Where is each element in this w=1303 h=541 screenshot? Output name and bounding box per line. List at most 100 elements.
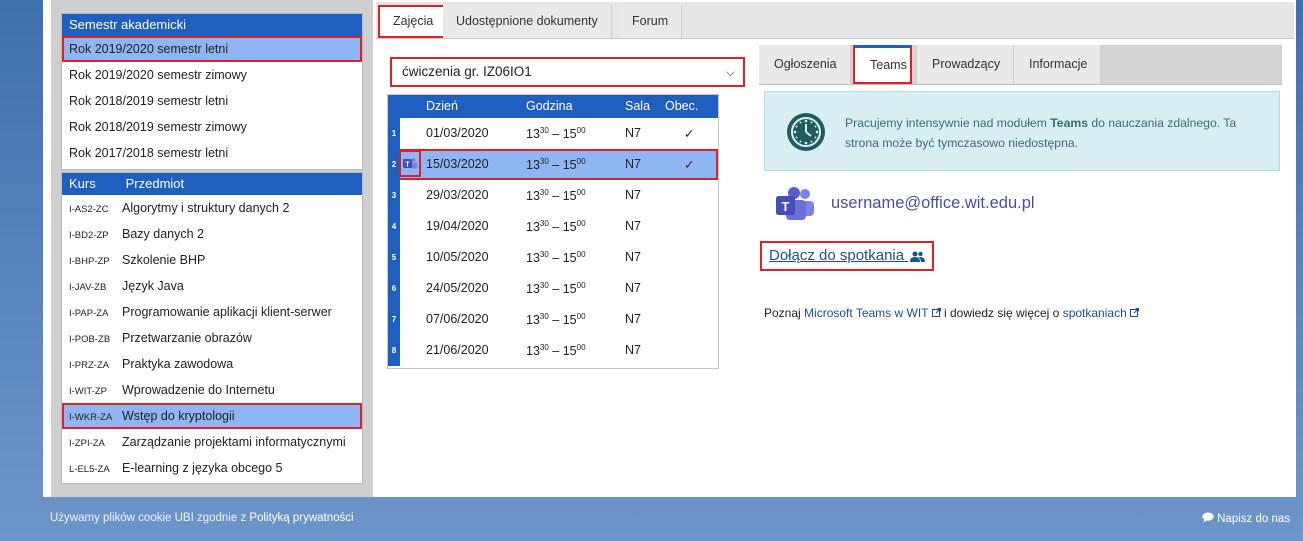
session-room: N7 (625, 157, 641, 171)
time-end-hour: 15 (562, 344, 577, 359)
session-time: 1330 – 1500 (526, 312, 586, 327)
tab-zajecia[interactable]: Zajęcia (378, 5, 449, 38)
semester-item[interactable]: Rok 2019/2020 semestr letni (62, 36, 362, 62)
course-row[interactable]: I-AS2-ZC Algorytmy i struktury danych 2 (62, 195, 362, 221)
external-link-icon (931, 308, 941, 317)
session-room: N7 (625, 312, 641, 326)
notice-text: Pracujemy intensywnie nad modułem Teams … (845, 113, 1255, 153)
schedule-row[interactable]: 4 19/04/2020 1330 – 1500 N7 (388, 211, 718, 242)
schedule-row[interactable]: 5 10/05/2020 1330 – 1500 N7 (388, 242, 718, 273)
semester-item[interactable]: Rok 2017/2018 semestr letni (62, 140, 362, 166)
row-number: 8 (388, 335, 400, 366)
external-link-icon (1130, 308, 1140, 317)
privacy-policy-link[interactable]: Polityką prywatności (249, 512, 353, 524)
row-number: 4 (388, 211, 400, 242)
course-name: E-learning z języka obcego 5 (122, 461, 283, 475)
chevron-down-icon: ⌵ (725, 65, 735, 79)
teams-meeting-icon[interactable]: T (399, 150, 421, 177)
session-time: 1330 – 1500 (526, 126, 586, 141)
course-row[interactable]: I-PAP-ZA Programowanie aplikacji klient-s… (62, 299, 362, 325)
time-separator: – (548, 251, 563, 266)
time-end-hour: 15 (562, 282, 577, 297)
tab-teams[interactable]: Teams (853, 45, 912, 84)
info-text-1: Poznaj (764, 306, 805, 320)
time-start-min: 30 (539, 219, 549, 228)
course-row[interactable]: I-POB-ZB Przetwarzanie obrazów (62, 325, 362, 351)
schedule-table: Dzień Godzina Sala Obec. 1 01/03/2020 1330… (387, 94, 719, 369)
time-start-min: 30 (539, 312, 549, 321)
spotkania-link[interactable]: spotkaniach (1063, 306, 1127, 320)
tab-forum[interactable]: Forum (619, 5, 683, 38)
course-code: I-WIT-ZP (69, 386, 107, 397)
schedule-row[interactable]: 3 29/03/2020 1330 – 1500 N7 (388, 180, 718, 211)
course-code: I-JAV-ZB (69, 282, 107, 293)
cookie-text: Używamy plików cookie UBI zgodnie z (50, 512, 250, 524)
session-time: 1330 – 1500 (526, 157, 586, 172)
schedule-row[interactable]: 2 T 15/03/2020 1330 – 1500 N7 ✓ (388, 149, 718, 180)
chat-bubble-icon (1202, 512, 1214, 523)
semester-list: Semestr akademicki Rok 2019/2020 semestr… (61, 13, 363, 170)
session-room: N7 (625, 188, 641, 202)
schedule-row[interactable]: 1 01/03/2020 1330 – 1500 N7 ✓ (388, 118, 718, 149)
join-meeting-link[interactable]: Dołącz do spotkania (760, 241, 935, 271)
tab-udostepnione-dokumenty[interactable]: Udostępnione dokumenty (443, 5, 612, 38)
time-start-hour: 13 (526, 282, 540, 297)
session-time: 1330 – 1500 (526, 343, 586, 358)
main-tabbar: Zajęcia Udostępnione dokumenty Forum (376, 2, 1294, 39)
course-row[interactable]: I-BD2-ZP Bazy danych 2 (62, 221, 362, 247)
course-row[interactable]: I-BHP-ZP Szkolenie BHP (62, 247, 362, 273)
group-select-value: ćwiczenia gr. IZ06IO1 (402, 64, 532, 79)
semester-item[interactable]: Rok 2018/2019 semestr letni (62, 88, 362, 114)
course-name: Przetwarzanie obrazów (122, 331, 252, 345)
people-icon (910, 251, 926, 262)
session-room: N7 (625, 281, 641, 295)
course-list: Kurs Przedmiot I-AS2-ZC Algorytmy i struk… (61, 172, 363, 484)
chat-button[interactable]: Napisz do nas (1202, 512, 1290, 525)
notice-text-bold: Teams (1050, 116, 1088, 130)
course-row[interactable]: I-JAV-ZB Język Java (62, 273, 362, 299)
schedule-row[interactable]: 8 21/06/2020 1330 – 1500 N7 (388, 335, 718, 366)
tab-informacje[interactable]: Informacje (1014, 45, 1101, 84)
time-end-min: 00 (576, 250, 586, 259)
tab-prowadzacy[interactable]: Prowadzący (917, 45, 1014, 84)
time-separator: – (548, 282, 563, 297)
time-end-min: 00 (576, 343, 586, 352)
time-start-hour: 13 (526, 313, 540, 328)
info-text-2: i dowiedz się więcej o (943, 306, 1063, 320)
course-list-header: Kurs Przedmiot (62, 173, 362, 195)
course-name: Język Java (122, 279, 184, 293)
time-start-min: 30 (539, 126, 549, 135)
tab-ogloszenia[interactable]: Ogłoszenia (759, 45, 851, 84)
course-code: I-ZPI-ZA (69, 438, 105, 449)
time-end-min: 00 (576, 281, 586, 290)
schedule-row[interactable]: 7 07/06/2020 1330 – 1500 N7 (388, 304, 718, 335)
time-separator: – (548, 127, 563, 142)
course-row[interactable]: I-WIT-ZP Wprowadzenie do Internetu (62, 377, 362, 403)
time-end-hour: 15 (562, 313, 577, 328)
session-date: 19/04/2020 (426, 219, 489, 233)
course-row[interactable]: I-WKR-ZA Wstęp do kryptologii (62, 403, 362, 429)
header-room: Sala (625, 99, 651, 113)
semester-item[interactable]: Rok 2019/2020 semestr zimowy (62, 62, 362, 88)
course-row[interactable]: I-PRZ-ZA Praktyka zawodowa (62, 351, 362, 377)
teams-user-email: username@office.wit.edu.pl (831, 194, 1035, 212)
course-name-header: Przedmiot (125, 176, 185, 191)
schedule-row[interactable]: 6 24/05/2020 1330 – 1500 N7 (388, 273, 718, 304)
time-start-min: 30 (539, 157, 549, 166)
session-room: N7 (625, 250, 641, 264)
course-row[interactable]: L-EL5-ZA E-learning z języka obcego 5 (62, 455, 362, 481)
time-separator: – (548, 344, 563, 359)
course-row[interactable]: I-ZPI-ZA Zarządzanie projektami informaty… (62, 429, 362, 455)
time-end-hour: 15 (562, 127, 577, 142)
schedule-header: Dzień Godzina Sala Obec. (388, 95, 718, 118)
time-start-min: 30 (539, 281, 549, 290)
row-number: 1 (388, 118, 400, 149)
attendance-check-icon: ✓ (684, 127, 695, 141)
session-room: N7 (625, 126, 641, 140)
group-select[interactable]: ćwiczenia gr. IZ06IO1 ⌵ (390, 57, 745, 87)
microsoft-teams-wit-link[interactable]: Microsoft Teams w WIT (804, 306, 928, 320)
row-number: 7 (388, 304, 400, 335)
semester-item[interactable]: Rok 2018/2019 semestr zimowy (62, 114, 362, 140)
session-date: 21/06/2020 (426, 343, 489, 357)
time-end-min: 00 (576, 219, 586, 228)
